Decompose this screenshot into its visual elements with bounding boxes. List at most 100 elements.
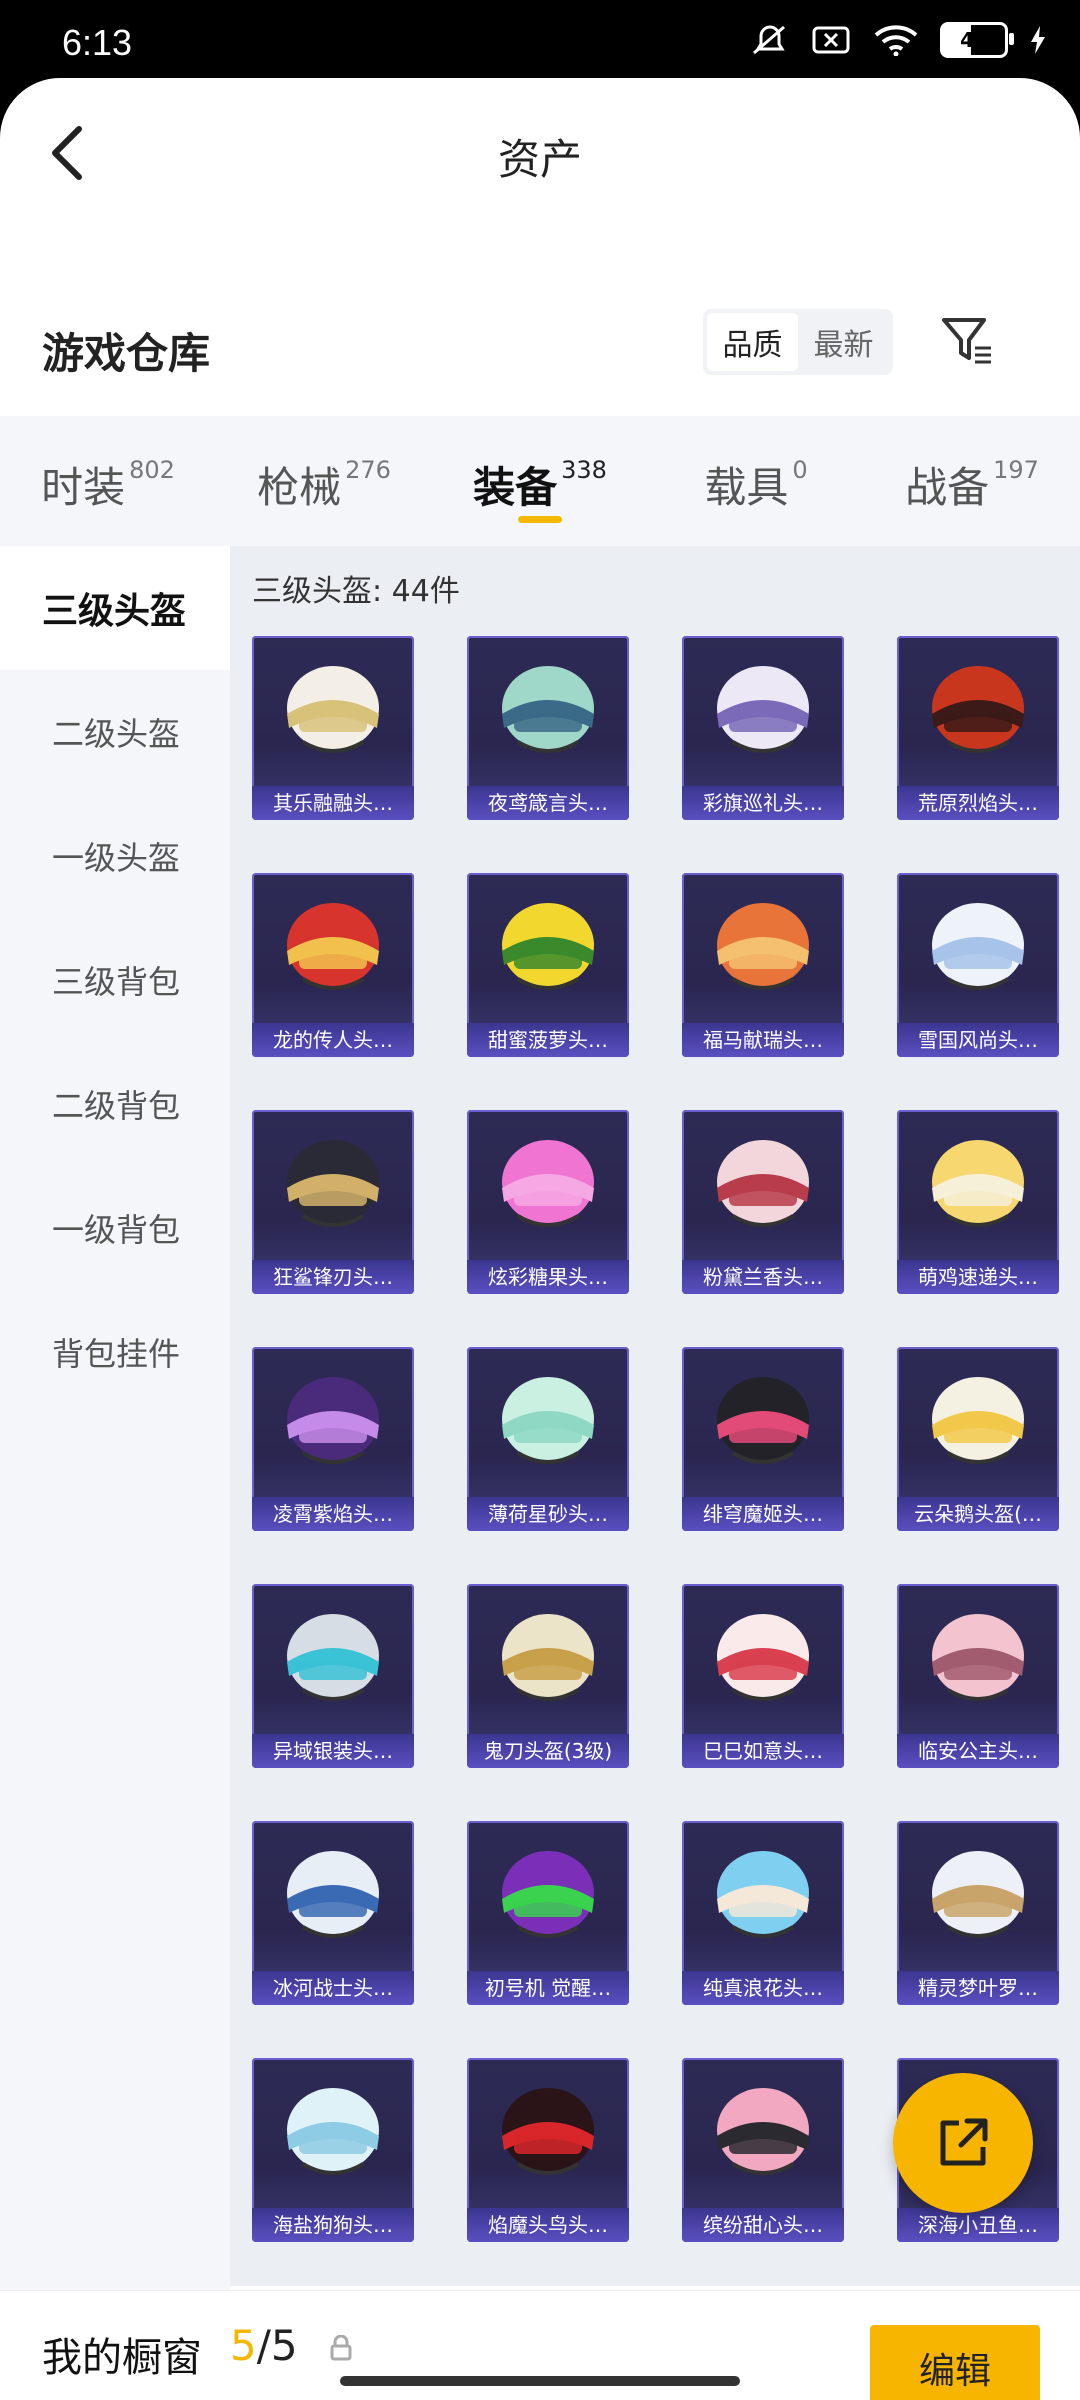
item-card[interactable]: 狂鲨锋刃头… <box>252 1110 414 1294</box>
tab-count: 338 <box>561 456 607 484</box>
helmet-icon <box>252 1110 414 1260</box>
sort-quality-option[interactable]: 品质 <box>707 313 798 371</box>
helmet-icon <box>252 1821 414 1971</box>
item-name: 福马献瑞头… <box>682 1023 844 1057</box>
item-card[interactable]: 鬼刀头盔(3级) <box>467 1584 629 1768</box>
helmet-icon <box>252 1584 414 1734</box>
sort-newest-option[interactable]: 最新 <box>798 313 889 371</box>
item-name: 焰魔头鸟头… <box>467 2208 629 2242</box>
tab-label: 载具 <box>704 463 789 512</box>
item-name: 绯穹魔姬头… <box>682 1497 844 1531</box>
sim-off-icon <box>812 25 852 55</box>
showcase-used: 5 <box>230 2321 257 2370</box>
item-card[interactable]: 粉黛兰香头… <box>682 1110 844 1294</box>
item-name: 深海小丑鱼… <box>897 2208 1059 2242</box>
tab-count: 197 <box>993 456 1039 484</box>
item-card[interactable]: 初号机 觉醒… <box>467 1821 629 2005</box>
section-title: 游戏仓库 <box>42 329 211 378</box>
item-name: 巳巳如意头… <box>682 1734 844 1768</box>
item-name: 狂鲨锋刃头… <box>252 1260 414 1294</box>
helmet-icon <box>682 636 844 786</box>
item-name: 炫彩糖果头… <box>467 1260 629 1294</box>
item-card[interactable]: 甜蜜菠萝头… <box>467 873 629 1057</box>
status-time: 6:13 <box>62 22 133 63</box>
item-name: 初号机 觉醒… <box>467 1971 629 2005</box>
tab-vehicles[interactable]: 载具 0 <box>648 416 864 546</box>
item-card[interactable]: 彩旗巡礼头… <box>682 636 844 820</box>
item-card[interactable]: 绯穹魔姬头… <box>682 1347 844 1531</box>
home-indicator[interactable] <box>340 2376 740 2386</box>
item-name: 粉黛兰香头… <box>682 1260 844 1294</box>
item-card[interactable]: 巳巳如意头… <box>682 1584 844 1768</box>
item-name: 荒原烈焰头… <box>897 786 1059 820</box>
category-tabs: 时装 802 枪械 276 装备 338 载具 0 战备 197 <box>0 416 1080 546</box>
item-card[interactable]: 纯真浪花头… <box>682 1821 844 2005</box>
tab-equipment[interactable]: 装备 338 <box>432 416 648 546</box>
item-count-label: 三级头盔: 44件 <box>252 574 460 609</box>
item-card[interactable]: 其乐融融头… <box>252 636 414 820</box>
item-grid: 其乐融融头… 夜鸢箴言头… 彩旗巡礼头… 荒原烈焰头… 龙的传人头… 甜蜜菠萝头… 福马献瑞… <box>252 636 1062 2242</box>
status-bar: 6:13 45 <box>0 0 1080 80</box>
item-card[interactable]: 精灵梦叶罗… <box>897 1821 1059 2005</box>
item-card[interactable]: 萌鸡速递头… <box>897 1110 1059 1294</box>
item-card[interactable]: 炫彩糖果头… <box>467 1110 629 1294</box>
tab-fashion[interactable]: 时装 802 <box>0 416 216 546</box>
helmet-icon <box>897 1821 1059 1971</box>
helmet-icon <box>682 1821 844 1971</box>
item-card[interactable]: 薄荷星砂头… <box>467 1347 629 1531</box>
share-button[interactable] <box>893 2073 1033 2213</box>
item-name: 龙的传人头… <box>252 1023 414 1057</box>
item-name: 彩旗巡礼头… <box>682 786 844 820</box>
item-card[interactable]: 临安公主头… <box>897 1584 1059 1768</box>
helmet-icon <box>467 2058 629 2208</box>
item-card[interactable]: 凌霄紫焰头… <box>252 1347 414 1531</box>
helmet-icon <box>682 1110 844 1260</box>
sidebar-item-level3-backpack[interactable]: 三级背包 <box>0 918 230 1042</box>
item-name: 甜蜜菠萝头… <box>467 1023 629 1057</box>
item-name: 缤纷甜心头… <box>682 2208 844 2242</box>
helmet-icon <box>467 873 629 1023</box>
helmet-icon <box>682 1347 844 1497</box>
item-card[interactable]: 夜鸢箴言头… <box>467 636 629 820</box>
item-name: 鬼刀头盔(3级) <box>467 1734 629 1768</box>
tab-label: 枪械 <box>257 463 342 512</box>
tab-label: 时装 <box>41 463 126 512</box>
item-list: 三级头盔: 44件 其乐融融头… 夜鸢箴言头… 彩旗巡礼头… 荒原烈焰头… 龙的传人头…… <box>230 546 1080 2286</box>
sidebar-item-level1-backpack[interactable]: 一级背包 <box>0 1166 230 1290</box>
lock-icon <box>330 2334 352 2365</box>
sidebar-item-level2-helmet[interactable]: 二级头盔 <box>0 670 230 794</box>
tab-firearms[interactable]: 枪械 276 <box>216 416 432 546</box>
item-name: 云朵鹅头盔(… <box>897 1497 1059 1531</box>
helmet-icon <box>467 1347 629 1497</box>
item-name: 夜鸢箴言头… <box>467 786 629 820</box>
filter-icon <box>942 318 991 364</box>
tab-count: 276 <box>345 456 391 484</box>
sidebar-item-backpack-charm[interactable]: 背包挂件 <box>0 1290 230 1414</box>
item-card[interactable]: 冰河战士头… <box>252 1821 414 2005</box>
sidebar-item-level3-helmet[interactable]: 三级头盔 <box>0 546 230 670</box>
item-card[interactable]: 海盐狗狗头… <box>252 2058 414 2242</box>
sidebar-item-level2-backpack[interactable]: 二级背包 <box>0 1042 230 1166</box>
item-card[interactable]: 缤纷甜心头… <box>682 2058 844 2242</box>
item-card[interactable]: 焰魔头鸟头… <box>467 2058 629 2242</box>
item-card[interactable]: 云朵鹅头盔(… <box>897 1347 1059 1531</box>
item-card[interactable]: 龙的传人头… <box>252 873 414 1057</box>
item-card[interactable]: 荒原烈焰头… <box>897 636 1059 820</box>
page-title: 资产 <box>497 135 582 184</box>
helmet-icon <box>682 2058 844 2208</box>
item-card[interactable]: 异域银装头… <box>252 1584 414 1768</box>
warehouse-header: 游戏仓库 品质 最新 <box>0 308 1080 408</box>
helmet-icon <box>252 1347 414 1497</box>
item-name: 薄荷星砂头… <box>467 1497 629 1531</box>
item-card[interactable]: 福马献瑞头… <box>682 873 844 1057</box>
sidebar-item-level1-helmet[interactable]: 一级头盔 <box>0 794 230 918</box>
edit-button[interactable]: 编辑 <box>870 2325 1040 2400</box>
item-name: 精灵梦叶罗… <box>897 1971 1059 2005</box>
battery-icon: 45 <box>940 22 1014 58</box>
item-name: 临安公主头… <box>897 1734 1059 1768</box>
filter-button[interactable] <box>938 308 998 374</box>
item-name: 纯真浪花头… <box>682 1971 844 2005</box>
item-card[interactable]: 雪国风尚头… <box>897 873 1059 1057</box>
helmet-icon <box>252 636 414 786</box>
tab-supplies[interactable]: 战备 197 <box>864 416 1080 546</box>
